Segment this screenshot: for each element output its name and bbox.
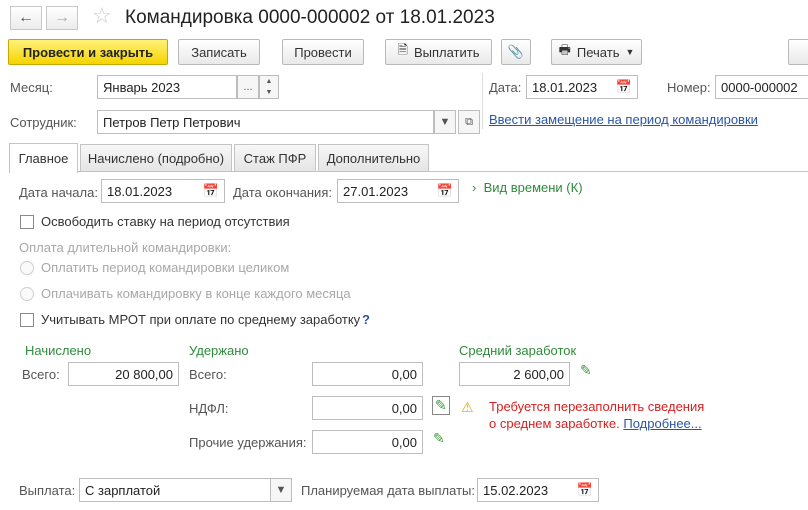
tab-divider <box>78 171 808 172</box>
warning-line-2-text: о среднем заработке. <box>489 416 620 431</box>
start-date-value: 18.01.2023 <box>107 183 173 199</box>
month-label: Месяц: <box>10 80 53 95</box>
other-withholdings-label: Прочие удержания: <box>189 435 307 450</box>
document-icon: 🗎 <box>397 42 408 57</box>
date-label: Дата: <box>489 80 522 95</box>
tab-main[interactable]: Главное <box>9 143 78 173</box>
ndfl-label: НДФЛ: <box>189 401 229 416</box>
planned-date-value: 15.02.2023 <box>483 482 549 498</box>
tab-pfr-experience[interactable]: Стаж ПФР <box>234 144 316 172</box>
average-warning: Требуется перезаполнить сведения о средн… <box>489 398 704 432</box>
average-field[interactable]: 2 600,00 <box>459 362 570 386</box>
employee-open-button[interactable]: ⧉ <box>458 110 480 134</box>
end-date-field[interactable]: 27.01.2023 📅 <box>337 179 459 203</box>
post-and-close-button[interactable]: Провести и закрыть <box>8 39 168 65</box>
payment-dropdown[interactable]: ▼ <box>270 478 292 502</box>
calendar-icon[interactable]: 📅 <box>577 482 593 498</box>
withheld-total-field[interactable]: 0,00 <box>312 362 423 386</box>
release-rate-label: Освободить ставку на период отсутствия <box>41 214 290 229</box>
chevron-down-icon: ▼ <box>439 116 451 128</box>
payment-field[interactable]: С зарплатой <box>79 478 271 502</box>
divider <box>482 73 483 129</box>
arrow-left-icon: ← <box>18 9 34 26</box>
help-icon[interactable]: ? <box>362 312 370 327</box>
payment-label: Выплата: <box>19 483 76 498</box>
calendar-icon[interactable]: 📅 <box>437 183 453 199</box>
long-trip-label: Оплата длительной командировки: <box>19 240 232 255</box>
accrued-total-label: Всего: <box>22 367 60 382</box>
pay-whole-label: Оплатить период командировки целиком <box>41 260 290 275</box>
paperclip-icon: 📎 <box>507 44 525 59</box>
mrot-checkbox[interactable] <box>20 313 34 327</box>
replacement-link[interactable]: Ввести замещение на период командировки <box>489 112 758 127</box>
average-title: Средний заработок <box>459 343 577 358</box>
ndfl-edit-icon[interactable]: ✎ <box>432 396 450 415</box>
forward-button[interactable]: → <box>46 6 78 30</box>
other-withholdings-field[interactable]: 0,00 <box>312 430 423 454</box>
more-button[interactable] <box>788 39 808 65</box>
month-select-button[interactable]: ... <box>237 75 259 99</box>
end-date-label: Дата окончания: <box>233 185 332 200</box>
withheld-total-label: Всего: <box>189 367 227 382</box>
post-button[interactable]: Провести <box>282 39 364 65</box>
tab-accrued-detail[interactable]: Начислено (подробно) <box>80 144 232 172</box>
planned-date-label: Планируемая дата выплаты: <box>301 483 475 498</box>
time-type-label: Вид времени (К) <box>483 180 583 195</box>
start-date-label: Дата начала: <box>19 185 98 200</box>
date-value: 18.01.2023 <box>532 79 598 95</box>
mrot-label: Учитывать МРОТ при оплате по среднему за… <box>41 312 361 327</box>
ndfl-field[interactable]: 0,00 <box>312 396 423 420</box>
month-field[interactable]: Январь 2023 <box>97 75 237 99</box>
tab-additional[interactable]: Дополнительно <box>318 144 429 172</box>
employee-dropdown[interactable]: ▼ <box>434 110 456 134</box>
chevron-down-icon: ▼ <box>625 47 635 57</box>
chevron-right-icon: › <box>472 180 477 195</box>
start-date-field[interactable]: 18.01.2023 📅 <box>101 179 225 203</box>
release-rate-checkbox[interactable] <box>20 215 34 229</box>
print-button[interactable]: 🖶 Печать ▼ <box>551 39 642 65</box>
number-field[interactable]: 0000-000002 <box>715 75 808 99</box>
employee-field[interactable]: Петров Петр Петрович <box>97 110 434 134</box>
printer-icon: 🖶 <box>558 42 571 57</box>
month-spinner[interactable]: ▲ ▼ <box>259 75 279 99</box>
calendar-icon[interactable]: 📅 <box>203 183 219 199</box>
warning-icon: ⚠ <box>461 399 474 415</box>
pay-monthly-label: Оплачивать командировку в конце каждого … <box>41 286 351 301</box>
warning-line-2: о среднем заработке. Подробнее... <box>489 415 704 432</box>
pay-monthly-radio[interactable] <box>20 287 34 301</box>
number-label: Номер: <box>667 80 711 95</box>
print-button-label: Печать <box>576 44 620 60</box>
save-button[interactable]: Записать <box>178 39 260 65</box>
employee-label: Сотрудник: <box>10 115 77 130</box>
calendar-icon[interactable]: 📅 <box>616 79 632 95</box>
withheld-title: Удержано <box>189 343 249 358</box>
back-button[interactable]: ← <box>10 6 42 30</box>
date-field[interactable]: 18.01.2023 📅 <box>526 75 638 99</box>
end-date-value: 27.01.2023 <box>343 183 409 199</box>
pay-button-label: Выплатить <box>413 44 480 60</box>
time-type-link[interactable]: › Вид времени (К) <box>472 180 583 195</box>
spin-up-icon[interactable]: ▲ <box>260 76 278 87</box>
attach-button[interactable]: 📎 <box>501 39 531 65</box>
arrow-right-icon: → <box>54 9 70 26</box>
spin-down-icon[interactable]: ▼ <box>260 87 278 98</box>
pay-whole-radio[interactable] <box>20 261 34 275</box>
accrued-title: Начислено <box>25 343 92 358</box>
other-withholdings-edit-icon[interactable]: ✎ <box>433 430 445 447</box>
pay-button[interactable]: 🗎 Выплатить <box>385 39 492 65</box>
details-link[interactable]: Подробнее... <box>623 416 701 431</box>
average-edit-icon[interactable]: ✎ <box>580 362 592 379</box>
accrued-total-field[interactable]: 20 800,00 <box>68 362 179 386</box>
star-icon[interactable]: ☆ <box>92 3 112 29</box>
open-icon: ⧉ <box>465 115 473 128</box>
warning-line-1: Требуется перезаполнить сведения <box>489 399 705 414</box>
page-title: Командировка 0000-000002 от 18.01.2023 <box>125 7 495 28</box>
planned-date-field[interactable]: 15.02.2023 📅 <box>477 478 599 502</box>
chevron-down-icon: ▼ <box>275 484 287 496</box>
